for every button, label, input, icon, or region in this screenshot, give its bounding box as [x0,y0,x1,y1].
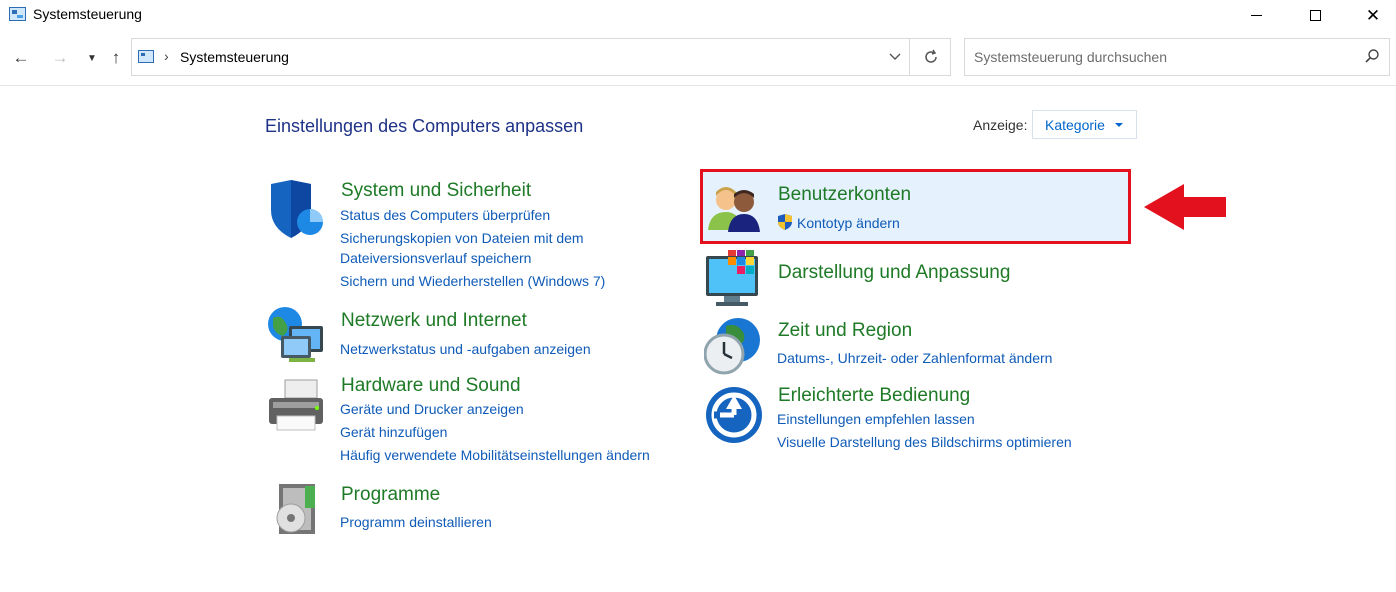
search-icon[interactable] [1363,47,1381,65]
caret-down-icon [1115,123,1123,127]
view-label: Anzeige: [973,117,1028,133]
uac-shield-icon [778,214,792,230]
view-dropdown-value: Kategorie [1045,117,1105,133]
address-separator [909,39,910,75]
breadcrumb-item[interactable]: Systemsteuerung [180,49,289,65]
recent-locations-button[interactable]: ▼ [80,46,104,70]
link-devices-printers[interactable]: Geräte und Drucker anzeigen [340,399,524,419]
forward-button[interactable]: → [48,46,72,70]
shield-icon [271,180,323,238]
close-icon: ✕ [1365,5,1381,25]
link-optimize-display[interactable]: Visuelle Darstellung des Bildschirms opt… [777,432,1072,452]
search-input[interactable] [965,39,1355,75]
link-change-account-type[interactable]: Kontotyp ändern [797,213,900,233]
chevron-down-icon: ▼ [87,52,97,64]
category-title[interactable]: Hardware und Sound [341,375,521,397]
address-dropdown-button[interactable] [880,39,910,75]
breadcrumb-chevron-icon[interactable]: › [164,48,169,64]
programs-icon [276,484,315,534]
link-backup-restore[interactable]: Sichern und Wiederherstellen (Windows 7) [340,271,605,291]
maximize-icon [1309,9,1321,21]
display-icon [706,250,758,306]
network-icon [268,307,323,362]
minimize-button[interactable] [1233,0,1279,30]
category-title[interactable]: Erleichterte Bedienung [778,385,970,407]
address-bar[interactable]: › Systemsteuerung [131,38,951,76]
arrow-up-icon: ↑ [111,48,121,67]
users-icon [708,187,760,232]
maximize-button[interactable] [1292,0,1338,30]
up-button[interactable]: ↑ [104,46,128,70]
link-mobility-settings[interactable]: Häufig verwendete Mobilitätseinstellunge… [340,445,650,465]
category-title[interactable]: Benutzerkonten [778,184,911,206]
refresh-icon [925,49,937,63]
control-panel-icon [138,50,154,63]
search-box[interactable] [964,38,1390,76]
category-title[interactable]: System und Sicherheit [341,180,531,202]
printer-icon [269,379,323,431]
link-uninstall-program[interactable]: Programm deinstallieren [340,512,492,532]
arrow-right-icon: → [51,48,69,67]
arrow-left-icon: ← [12,48,30,67]
clock-globe-icon [704,318,760,375]
category-title[interactable]: Zeit und Region [778,320,912,342]
link-recommended-settings[interactable]: Einstellungen empfehlen lassen [777,409,975,429]
category-title[interactable]: Netzwerk und Internet [341,310,527,332]
link-add-device[interactable]: Gerät hinzufügen [340,422,447,442]
category-title[interactable]: Darstellung und Anpassung [778,262,1010,284]
title-bar: Systemsteuerung ✕ [0,0,1396,30]
minimize-icon [1250,14,1262,16]
chevron-down-icon [889,53,901,60]
refresh-button[interactable] [914,39,948,75]
accessibility-icon [706,387,762,443]
control-panel-icon [9,7,26,21]
red-arrow-icon [1144,184,1226,230]
link-status-check[interactable]: Status des Computers überprüfen [340,205,550,225]
back-button[interactable]: ← [9,46,33,70]
link-network-status[interactable]: Netzwerkstatus und -aufgaben anzeigen [340,339,591,359]
page-title: Einstellungen des Computers anpassen [265,116,584,136]
category-title[interactable]: Programme [341,484,440,506]
view-dropdown[interactable]: Kategorie [1032,110,1137,139]
link-date-time-format[interactable]: Datums-, Uhrzeit- oder Zahlenformat ände… [777,348,1052,368]
close-button[interactable]: ✕ [1350,0,1396,30]
window-title: Systemsteuerung [33,6,142,22]
link-backup[interactable]: Sicherungskopien von Dateien mit dem [340,228,584,248]
navigation-bar: ← → ▼ ↑ › Systemsteuerung [0,30,1396,86]
link-backup-continued[interactable]: Dateiversionsverlauf speichern [340,248,531,268]
